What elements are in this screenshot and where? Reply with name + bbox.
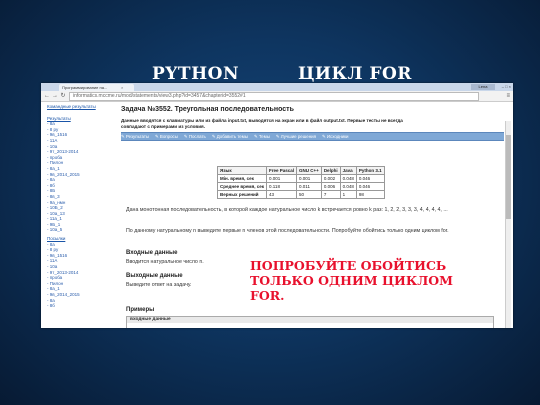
limits-cell: Среднее время, сек	[216, 182, 268, 191]
tab-close-icon[interactable]: ×	[121, 84, 123, 91]
problem-nav-link[interactable]: ✎ Лучшие решения	[276, 134, 316, 139]
limits-cell: 0.002	[320, 174, 341, 183]
limits-cell: 0.001	[296, 174, 322, 183]
limits-cell: 0.011	[296, 182, 322, 191]
problem-nav-link[interactable]: ✎ Послать	[184, 134, 206, 139]
table-row: Верных решений 43 50 7 1 98	[216, 190, 385, 199]
limits-cell: 7	[320, 190, 341, 199]
sidebar-section-heading[interactable]: Командные результаты	[47, 104, 109, 110]
limits-cell: 43	[266, 190, 298, 199]
limits-header-cell: Python 3.1	[355, 166, 385, 175]
limits-cell: 0.046	[355, 182, 385, 191]
scrollbar-thumb[interactable]	[506, 135, 511, 219]
limits-cell: Верных решений	[216, 190, 268, 199]
statement-sequence: Дана монотонная последовательность, в ко…	[126, 207, 448, 213]
limits-header-cell: Delphi	[320, 166, 341, 175]
limits-cell: 1	[339, 190, 357, 199]
problem-nav-link[interactable]: ✎ Вопросы	[155, 134, 178, 139]
problem-nav-link[interactable]: ✎ Результаты	[121, 134, 149, 139]
callout-text: ПОПРОБУЙТЕ ОБОЙТИСЬ ТОЛЬКО ОДНИМ ЦИКЛОМ …	[250, 258, 454, 303]
output-heading: Выходные данные	[126, 273, 183, 279]
back-arrow-icon[interactable]: ←	[43, 92, 51, 100]
limits-header-cell: Java	[339, 166, 357, 175]
browser-toolbar: ← → ↻ informatics.mccme.ru/mod/statement…	[41, 91, 513, 102]
problem-nav-link[interactable]: ✎ Исходники	[322, 134, 349, 139]
forward-arrow-icon[interactable]: →	[51, 92, 59, 100]
user-profile-badge[interactable]: Lena	[471, 84, 495, 90]
limits-cell: 0.006	[320, 182, 341, 191]
menu-icon[interactable]: ≡	[506, 92, 510, 100]
limits-header-cell: Язык	[216, 166, 268, 175]
limits-cell: 0.001	[266, 174, 298, 183]
limits-cell: 0.048	[339, 182, 357, 191]
examples-table: входные данные	[126, 316, 494, 328]
problem-nav-link[interactable]: ✎ Темы	[254, 134, 270, 139]
output-text: Выведите ответ на задачу.	[126, 282, 192, 288]
examples-heading: Примеры	[126, 307, 155, 313]
table-row: Среднее время, сек 0.118 0.011 0.006 0.048 0.…	[216, 182, 385, 191]
table-row: Мін. время, сек 0.001 0.001 0.002 0.048 0.046	[216, 174, 385, 183]
sidebar-link[interactable]: - 10а_5	[47, 227, 109, 233]
reload-icon[interactable]: ↻	[59, 92, 67, 100]
browser-titlebar: Программирование на... × Lena – □ ×	[41, 83, 513, 91]
limits-header-cell: Free Pascal	[266, 166, 298, 175]
page-scrollbar[interactable]	[505, 121, 511, 328]
problem-navbar: ✎ Результаты ✎ Вопросы ✎ Послать ✎ Добавить…	[121, 132, 504, 141]
problem-nav-link[interactable]: ✎ Добавить темы	[212, 134, 248, 139]
limits-cell: 0.046	[355, 174, 385, 183]
limits-cell: 0.118	[266, 182, 298, 191]
sidebar: Командные результаты Результаты - 8а - 8 ру…	[47, 102, 109, 309]
limits-cell: 50	[296, 190, 322, 199]
input-text: Вводится натуральное число n.	[126, 259, 204, 265]
problem-title: Задача №3552. Треугольная последовательн…	[121, 106, 294, 113]
limits-header-cell: GNU C++	[296, 166, 322, 175]
examples-input-header: входные данные	[127, 317, 493, 323]
input-heading: Входные данные	[126, 250, 178, 256]
statement-task: По данному натуральному n выведите первы…	[126, 228, 449, 234]
limits-cell: 98	[355, 190, 385, 199]
slide-title-python: PYTHON	[152, 64, 239, 84]
slide-title-for-loop: ЦИКЛ FOR	[298, 64, 412, 84]
limits-cell: 0.048	[339, 174, 357, 183]
limits-table: Язык Free Pascal GNU C++ Delphi Java Python 3…	[216, 166, 385, 199]
window-controls[interactable]: – □ ×	[502, 84, 511, 90]
sidebar-link[interactable]: - 8б	[47, 303, 109, 309]
limits-cell: Мін. время, сек	[216, 174, 268, 183]
address-bar[interactable]: informatics.mccme.ru/mod/statements/view…	[69, 92, 479, 101]
problem-io-note: Данные вводятся с клавиатуры или из файл…	[121, 118, 403, 129]
